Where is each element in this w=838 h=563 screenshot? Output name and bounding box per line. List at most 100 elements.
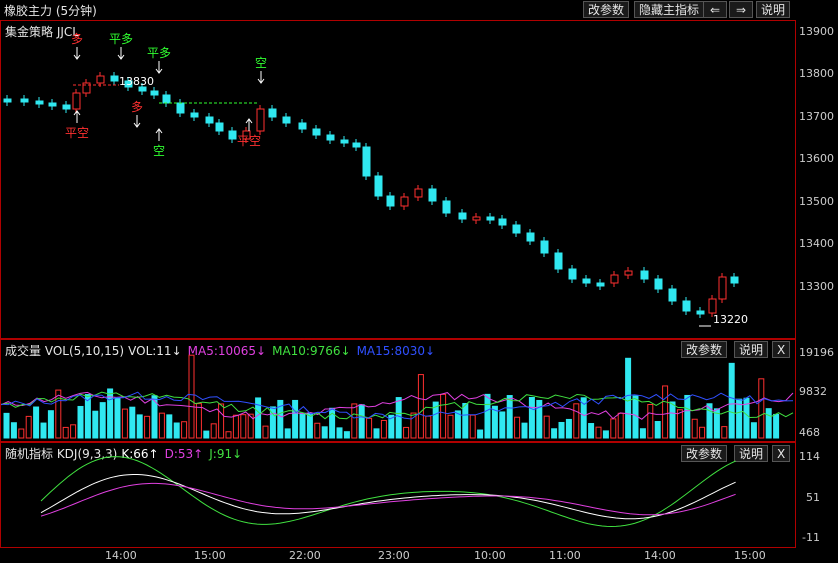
candle-body	[256, 108, 265, 132]
time-tick: 15:00	[194, 549, 226, 562]
kdj-tick: -11	[802, 531, 820, 544]
volume-bar	[121, 408, 128, 439]
volume-bar	[321, 426, 328, 439]
help-button[interactable]: 说明	[756, 1, 791, 18]
kdj-line	[40, 456, 736, 528]
candle-body	[582, 278, 591, 284]
candle-body	[3, 98, 12, 103]
price-tick: 13500	[799, 195, 834, 208]
volume-bar	[158, 412, 165, 439]
candle-body	[596, 282, 605, 287]
volume-bar	[654, 421, 661, 439]
candle-body	[205, 116, 214, 124]
volume-bar	[558, 421, 565, 439]
candle-body	[352, 142, 361, 148]
volume-bar	[662, 385, 669, 439]
candle-body	[718, 276, 727, 300]
volume-chart[interactable]	[1, 340, 795, 441]
volume-bar	[499, 411, 506, 439]
candle-body	[386, 195, 395, 207]
candle-body	[640, 270, 649, 280]
volume-bar	[10, 422, 17, 439]
volume-axis: 19196 9832 468	[796, 339, 838, 442]
candle-body	[374, 175, 383, 197]
volume-bar	[728, 362, 735, 439]
volume-bar	[417, 374, 424, 439]
hide-main-indicator-button[interactable]: 隐藏主指标	[634, 1, 705, 18]
candle-body	[268, 108, 277, 118]
volume-bar	[617, 412, 624, 439]
candle-body	[486, 216, 495, 221]
volume-bar	[25, 415, 32, 439]
time-tick: 14:00	[644, 549, 676, 562]
candle-body	[414, 188, 423, 198]
candle-body	[312, 128, 321, 136]
volume-bar	[129, 406, 136, 439]
volume-bar	[425, 415, 432, 439]
time-tick: 14:00	[105, 549, 137, 562]
prev-arrow-button[interactable]: ⇐	[703, 1, 727, 18]
candlestick-chart[interactable]: 多平空平多平多多空平空空1383013220	[1, 21, 795, 338]
candle-body	[35, 100, 44, 105]
kdj-axis: 114 51 -11	[796, 442, 838, 548]
volume-bar	[84, 394, 91, 439]
kdj-chart[interactable]	[1, 443, 795, 547]
volume-bar	[314, 422, 321, 439]
candle-body	[110, 75, 119, 82]
volume-bar	[610, 418, 617, 439]
volume-bar	[299, 412, 306, 439]
volume-bar	[77, 405, 84, 439]
next-arrow-button[interactable]: ⇒	[729, 1, 753, 18]
candle-body	[442, 200, 451, 214]
volume-bar	[40, 422, 47, 439]
volume-bar	[573, 403, 580, 439]
trade-signal-label: 平空	[65, 126, 89, 140]
volume-bar	[528, 397, 535, 439]
volume-bar	[506, 395, 513, 439]
price-tick: 13300	[799, 280, 834, 293]
volume-bar	[33, 406, 40, 439]
trade-signal-label: 平多	[109, 32, 133, 46]
volume-bar	[203, 430, 210, 439]
volume-bar	[336, 427, 343, 439]
volume-bar	[639, 428, 646, 439]
volume-panel: 成交量 VOL(5,10,15) VOL:11↓ MA5:10065↓ MA10:97…	[0, 339, 796, 442]
price-tick: 13700	[799, 110, 834, 123]
volume-bar	[255, 397, 262, 439]
candle-body	[730, 276, 739, 284]
volume-bar	[447, 414, 454, 439]
volume-bar	[373, 428, 380, 439]
volume-bar	[588, 423, 595, 439]
volume-bar	[395, 397, 402, 439]
volume-bar	[151, 395, 158, 439]
candle-body	[458, 212, 467, 220]
volume-bar	[750, 422, 757, 439]
volume-bar	[225, 431, 232, 439]
candle-body	[696, 310, 705, 315]
volume-bar	[114, 397, 121, 439]
volume-bar	[721, 426, 728, 439]
price-tick: 13400	[799, 237, 834, 250]
trade-signal-label: 空	[255, 56, 267, 70]
candle-body	[498, 218, 507, 226]
volume-bar	[358, 404, 365, 439]
volume-bar	[403, 426, 410, 439]
volume-bar	[551, 428, 558, 439]
volume-bar	[736, 398, 743, 439]
volume-bar	[188, 354, 195, 439]
volume-bar	[595, 426, 602, 439]
volume-bar	[484, 393, 491, 439]
volume-bar	[195, 403, 202, 439]
change-params-button[interactable]: 改参数	[583, 1, 630, 18]
volume-bar	[410, 412, 417, 439]
volume-bar	[136, 414, 143, 439]
price-tick: 13600	[799, 152, 834, 165]
candle-body	[540, 240, 549, 254]
candle-body	[362, 146, 371, 177]
volume-bar	[181, 421, 188, 439]
volume-bar	[684, 394, 691, 439]
candle-body	[400, 196, 409, 207]
candle-body	[708, 298, 717, 314]
volume-bar	[99, 402, 106, 439]
candle-body	[554, 252, 563, 270]
